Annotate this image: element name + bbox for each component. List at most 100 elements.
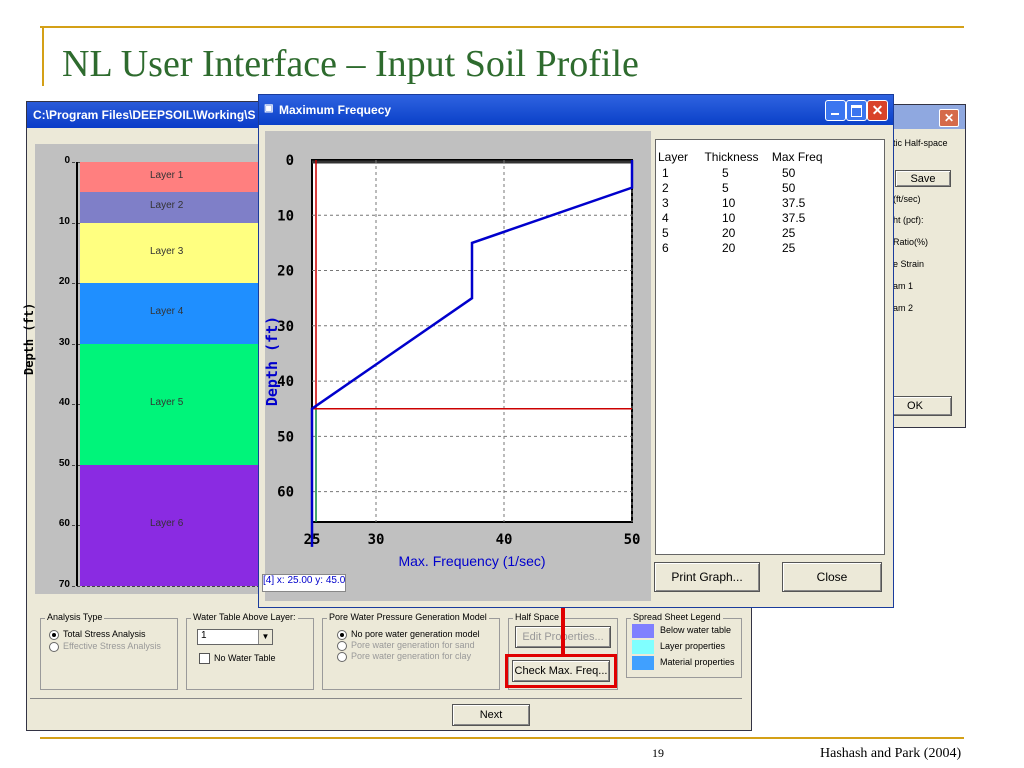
table-cell: 4 [662, 211, 669, 225]
half-space-label: Ratio(%) [893, 237, 929, 247]
soil-layer[interactable]: Layer 4 [80, 283, 260, 344]
table-cell: 50 [782, 166, 796, 180]
table-cell: 37.5 [782, 211, 806, 225]
footer-rule [40, 737, 964, 739]
next-button[interactable]: Next [452, 704, 530, 726]
soil-layer[interactable]: Layer 1 [80, 162, 260, 193]
radio-no-pore[interactable]: No pore water generation model [337, 629, 480, 640]
close-icon[interactable]: ✕ [867, 100, 888, 121]
depth-tick-label: 70 [58, 578, 70, 590]
y-tick-label: 20 [277, 264, 294, 280]
y-tick-label: 50 [277, 429, 294, 445]
y-tick-label: 60 [277, 485, 294, 501]
check-max-freq-button[interactable]: Check Max. Freq... [512, 660, 610, 682]
table-cell: 10 [722, 211, 736, 225]
chevron-down-icon[interactable]: ▼ [258, 630, 272, 644]
radio-effective-stress[interactable]: Effective Stress Analysis [49, 641, 161, 652]
table-row: 2 5 50 [662, 181, 872, 196]
max-frequency-title: Maximum Frequecy [279, 103, 392, 117]
table-cell: 20 [722, 241, 736, 255]
radio-pore-sand[interactable]: Pore water generation for sand [337, 640, 475, 651]
minimize-icon[interactable] [825, 100, 846, 121]
legend-swatch [632, 656, 654, 670]
x-tick-label: 25 [304, 532, 321, 548]
table-cell: 25 [782, 226, 796, 240]
legend-label: Layer properties [660, 641, 726, 651]
table-row: 6 20 25 [662, 241, 872, 256]
half-space-label: (ft/sec) [893, 194, 921, 204]
table-cell: 5 [722, 181, 729, 195]
half-space-label: ht (pcf): [893, 215, 924, 225]
footer-separator [30, 698, 742, 699]
slide-title: NL User Interface – Input Soil Profile [62, 43, 639, 85]
table-cell: 2 [662, 181, 669, 195]
save-button[interactable]: Save [895, 170, 951, 187]
table-cell: 6 [662, 241, 669, 255]
x-tick-label: 30 [368, 532, 385, 548]
y-axis-label: Depth (ft) [264, 316, 281, 406]
depth-axis-line [76, 162, 78, 586]
slide-left-rule [42, 26, 44, 86]
table-cell: 25 [782, 241, 796, 255]
table-cell: 1 [662, 166, 669, 180]
depth-axis-label: Depth (ft) [22, 302, 36, 375]
table-cell: 50 [782, 181, 796, 195]
half-space-label: tic Half-space [893, 138, 948, 148]
soil-layer[interactable]: Layer 5 [80, 343, 260, 465]
table-row: 3 10 37.5 [662, 196, 872, 211]
soil-layer-label: Layer 6 [150, 518, 184, 529]
soil-layer[interactable]: Layer 6 [80, 464, 260, 586]
main-window-title: C:\Program Files\DEEPSOIL\Working\S [33, 108, 256, 122]
soil-layer-label: Layer 5 [150, 397, 184, 408]
soil-layer[interactable]: Layer 3 [80, 222, 260, 283]
slide-top-rule [40, 26, 964, 28]
soil-layer-label: Layer 3 [150, 245, 184, 257]
table-cell: 10 [722, 196, 736, 210]
x-tick-label: 40 [496, 532, 513, 548]
half-space-label: e Strain [893, 259, 925, 269]
table-row: 4 10 37.5 [662, 211, 872, 226]
y-tick-label: 0 [286, 153, 294, 169]
legend-label: Below water table [660, 625, 732, 635]
x-tick-label: 50 [624, 532, 641, 548]
no-water-table-checkbox[interactable]: No Water Table [199, 653, 276, 665]
half-space-label: am 1 [893, 281, 914, 291]
water-table-select[interactable]: 1 ▼ [197, 629, 273, 645]
max-frequency-titlebar[interactable]: ▣ Maximum Frequecy ✕ [259, 95, 893, 125]
x-axis-label: Max. Frequency (1/sec) [398, 553, 545, 569]
depth-tick-label: 60 [58, 518, 70, 529]
page-number: 19 [652, 746, 664, 760]
soil-layer-label: Layer 4 [150, 306, 184, 318]
table-cell: 5 [662, 226, 669, 240]
table-row: 1 5 50 [662, 166, 872, 181]
table-cell: 3 [662, 196, 669, 210]
table-cell: 37.5 [782, 196, 806, 210]
soil-layer-label: Layer 1 [150, 170, 184, 182]
radio-total-stress[interactable]: Total Stress Analysis [49, 629, 146, 640]
depth-tick-label: 50 [58, 457, 70, 469]
soil-layer[interactable]: Layer 2 [80, 192, 260, 223]
arrow-shaft [561, 604, 565, 656]
table-header: Layer Thickness Max Freq [658, 150, 823, 164]
radio-pore-clay[interactable]: Pore water generation for clay [337, 651, 471, 662]
maximize-icon[interactable] [846, 100, 867, 121]
close-icon[interactable]: ✕ [939, 109, 959, 127]
window-icon: ▣ [264, 103, 274, 114]
depth-tick-label: 0 [64, 155, 70, 166]
max-frequency-chart: 010203040506025 30 40 50Max. Frequency (1/s… [264, 153, 641, 569]
y-tick-label: 10 [277, 208, 294, 224]
half-space-label: am 2 [893, 303, 914, 313]
water-table-group: Water Table Above Layer: 1 ▼ No Water Ta… [186, 612, 314, 690]
legend-label: Material properties [660, 657, 735, 667]
cursor-status: [4] x: 25.00 y: 45.0 [262, 574, 346, 592]
print-graph-button[interactable]: Print Graph... [654, 562, 760, 592]
table-cell: 5 [722, 166, 729, 180]
close-button[interactable]: Close [782, 562, 882, 592]
soil-layer-label: Layer 2 [150, 200, 184, 212]
analysis-type-group: Analysis Type Total Stress Analysis Effe… [40, 612, 178, 690]
depth-tick-label: 20 [58, 276, 70, 287]
legend-swatch [632, 624, 654, 638]
pore-pressure-group: Pore Water Pressure Generation Model No … [322, 612, 500, 690]
table-cell: 20 [722, 226, 736, 240]
depth-gridline [72, 585, 260, 587]
